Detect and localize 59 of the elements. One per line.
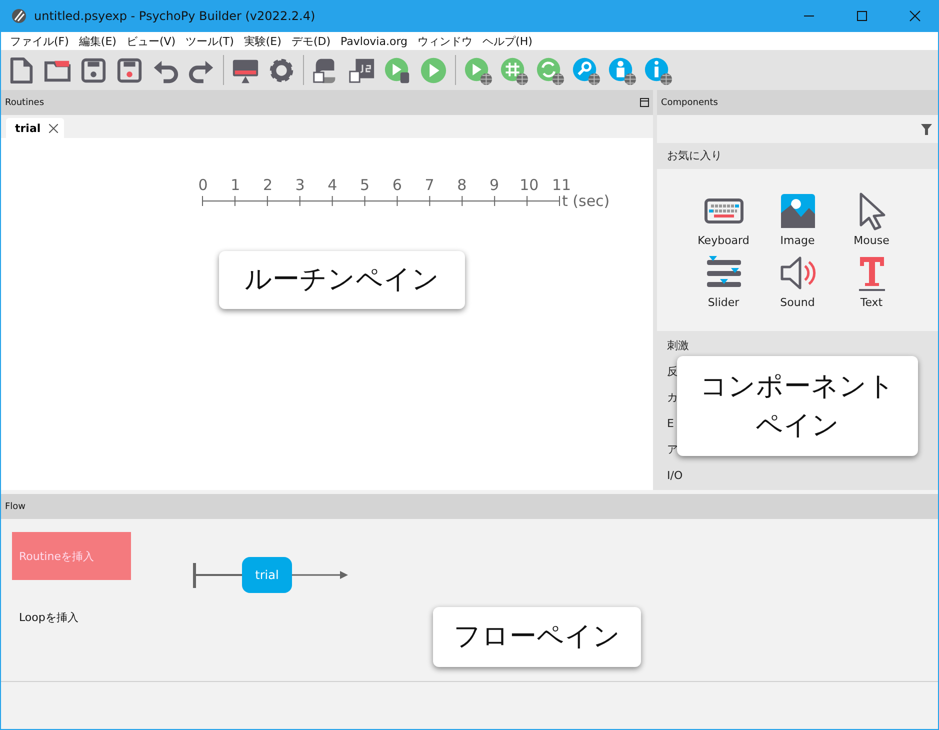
- component-button[interactable]: Mouse: [834, 191, 908, 247]
- component-button[interactable]: Sound: [760, 253, 834, 309]
- callout-text: ペイン: [756, 409, 840, 443]
- menu-item[interactable]: デモ(D): [286, 34, 336, 48]
- tick-label: 1: [230, 176, 242, 194]
- pane-title: Flow: [5, 502, 27, 512]
- tick-label: 3: [294, 176, 306, 194]
- flow-arrow: [292, 570, 348, 580]
- tick-label: 5: [359, 176, 371, 194]
- window-title: untitled.psyexp - PsychoPy Builder (v2022.2.4): [34, 9, 316, 23]
- category-header[interactable]: I/O: [667, 468, 683, 482]
- filter-icon[interactable]: [921, 124, 932, 134]
- menu-item[interactable]: ビュー(V): [121, 34, 181, 48]
- component-button[interactable]: Image: [760, 191, 834, 247]
- close-icon[interactable]: [48, 124, 58, 132]
- close-icon[interactable]: [909, 10, 921, 22]
- category-header[interactable]: E: [667, 416, 674, 430]
- save-as-icon[interactable]: [115, 56, 144, 84]
- flow-start-marker: [193, 562, 196, 588]
- tick-label: 4: [326, 176, 338, 194]
- menu-item[interactable]: ファイル(F): [5, 34, 74, 48]
- run-online-icon[interactable]: [463, 56, 492, 84]
- menu-item[interactable]: ツール(T): [180, 34, 239, 48]
- component-button[interactable]: Text: [834, 253, 908, 309]
- debug-online-icon[interactable]: [499, 56, 528, 84]
- category-header[interactable]: 反: [667, 364, 678, 378]
- axis-unit-label: t (sec): [562, 192, 610, 210]
- maximize-pane-icon[interactable]: [640, 98, 649, 107]
- menu-item[interactable]: ヘルプ(H): [478, 34, 538, 48]
- routine-tab[interactable]: trial: [6, 118, 64, 138]
- save-icon[interactable]: [79, 56, 108, 84]
- pane-title: Components: [661, 98, 719, 108]
- tick-label: 6: [391, 176, 403, 194]
- tick-label: 0: [197, 176, 209, 194]
- component-button[interactable]: Keyboard: [686, 191, 760, 247]
- run-icon[interactable]: [383, 56, 412, 84]
- tick-label: 2: [262, 176, 274, 194]
- info-online-icon[interactable]: [643, 56, 672, 84]
- maximize-icon[interactable]: [856, 10, 868, 22]
- tick-label: 8: [456, 176, 468, 194]
- menu-item[interactable]: 編集(E): [74, 34, 122, 48]
- menu-item[interactable]: 実験(E): [238, 34, 286, 48]
- app-icon: [11, 8, 27, 24]
- component-button[interactable]: Slider: [686, 253, 760, 309]
- category-header[interactable]: ア: [667, 442, 678, 456]
- pane-title: Routines: [5, 98, 46, 108]
- flow-line: [196, 574, 242, 576]
- menu-item[interactable]: ウィンドウ: [412, 34, 478, 48]
- sync-online-icon[interactable]: [535, 56, 564, 84]
- tick-label: 7: [424, 176, 436, 194]
- callout-text: フローペイン: [454, 620, 620, 654]
- callout-text: コンポーネント: [700, 370, 895, 404]
- menu-item[interactable]: Pavlovia.org: [336, 34, 413, 48]
- tick-label: 9: [488, 176, 500, 194]
- insert-loop-button[interactable]: Loopを挿入: [19, 610, 78, 625]
- callout-text: ルーチンペイン: [244, 263, 440, 298]
- category-header[interactable]: 刺激: [667, 338, 689, 352]
- category-header[interactable]: カ: [667, 390, 678, 404]
- search-online-icon[interactable]: [571, 56, 600, 84]
